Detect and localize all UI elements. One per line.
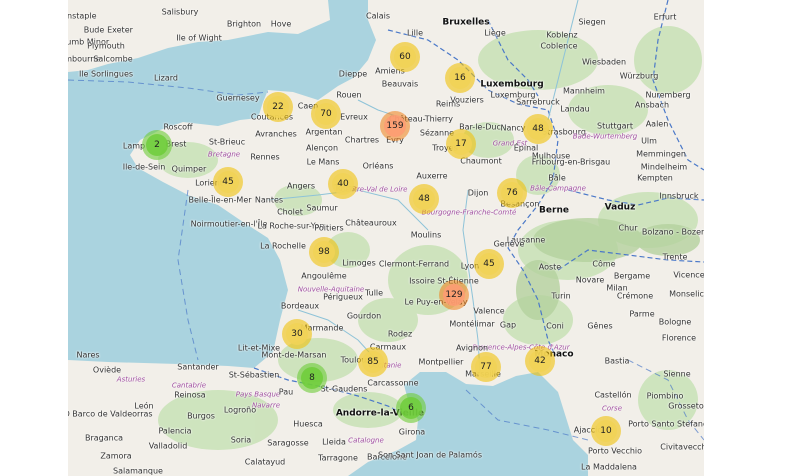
cluster-count: 159 [384, 115, 406, 137]
marker-cluster[interactable]: 10 [591, 416, 621, 446]
cluster-count: 42 [529, 350, 551, 372]
cluster-count: 60 [394, 46, 416, 68]
map-canvas[interactable]: BarnstapleSt Columb MinorBudeExeterPlymo… [68, 0, 704, 476]
marker-cluster[interactable]: 30 [282, 319, 312, 349]
marker-cluster[interactable]: 77 [471, 352, 501, 382]
marker-cluster[interactable]: 8 [297, 363, 327, 393]
marker-cluster[interactable]: 45 [474, 249, 504, 279]
marker-cluster[interactable]: 40 [328, 169, 358, 199]
marker-cluster[interactable]: 98 [309, 237, 339, 267]
cluster-count: 30 [286, 323, 308, 345]
marker-cluster[interactable]: 17 [446, 129, 476, 159]
cluster-count: 10 [595, 420, 617, 442]
marker-cluster[interactable]: 129 [439, 280, 469, 310]
cluster-count: 2 [146, 134, 168, 156]
marker-cluster[interactable]: 42 [525, 346, 555, 376]
cluster-count: 45 [478, 253, 500, 275]
cluster-count: 6 [400, 397, 422, 419]
cluster-count: 16 [449, 67, 471, 89]
marker-cluster[interactable]: 60 [390, 42, 420, 72]
marker-cluster[interactable]: 6 [396, 393, 426, 423]
marker-cluster[interactable]: 48 [523, 114, 553, 144]
cluster-count: 22 [267, 96, 289, 118]
cluster-count: 77 [475, 356, 497, 378]
marker-cluster[interactable]: 76 [497, 178, 527, 208]
cluster-count: 129 [443, 284, 465, 306]
cluster-count: 76 [501, 182, 523, 204]
cluster-count: 8 [301, 367, 323, 389]
cluster-count: 85 [362, 351, 384, 373]
marker-cluster[interactable]: 48 [409, 184, 439, 214]
marker-cluster[interactable]: 2 [142, 130, 172, 160]
marker-cluster[interactable]: 45 [213, 167, 243, 197]
cluster-count: 17 [450, 133, 472, 155]
cluster-count: 48 [527, 118, 549, 140]
marker-cluster[interactable]: 16 [445, 63, 475, 93]
cluster-count: 48 [413, 188, 435, 210]
cluster-count: 45 [217, 171, 239, 193]
cluster-count: 40 [332, 173, 354, 195]
marker-cluster[interactable]: 70 [311, 99, 341, 129]
marker-cluster[interactable]: 85 [358, 347, 388, 377]
basemap [68, 0, 704, 476]
marker-cluster[interactable]: 159 [380, 111, 410, 141]
marker-cluster[interactable]: 22 [263, 92, 293, 122]
cluster-count: 98 [313, 241, 335, 263]
land-britain [68, 0, 330, 72]
cluster-count: 70 [315, 103, 337, 125]
